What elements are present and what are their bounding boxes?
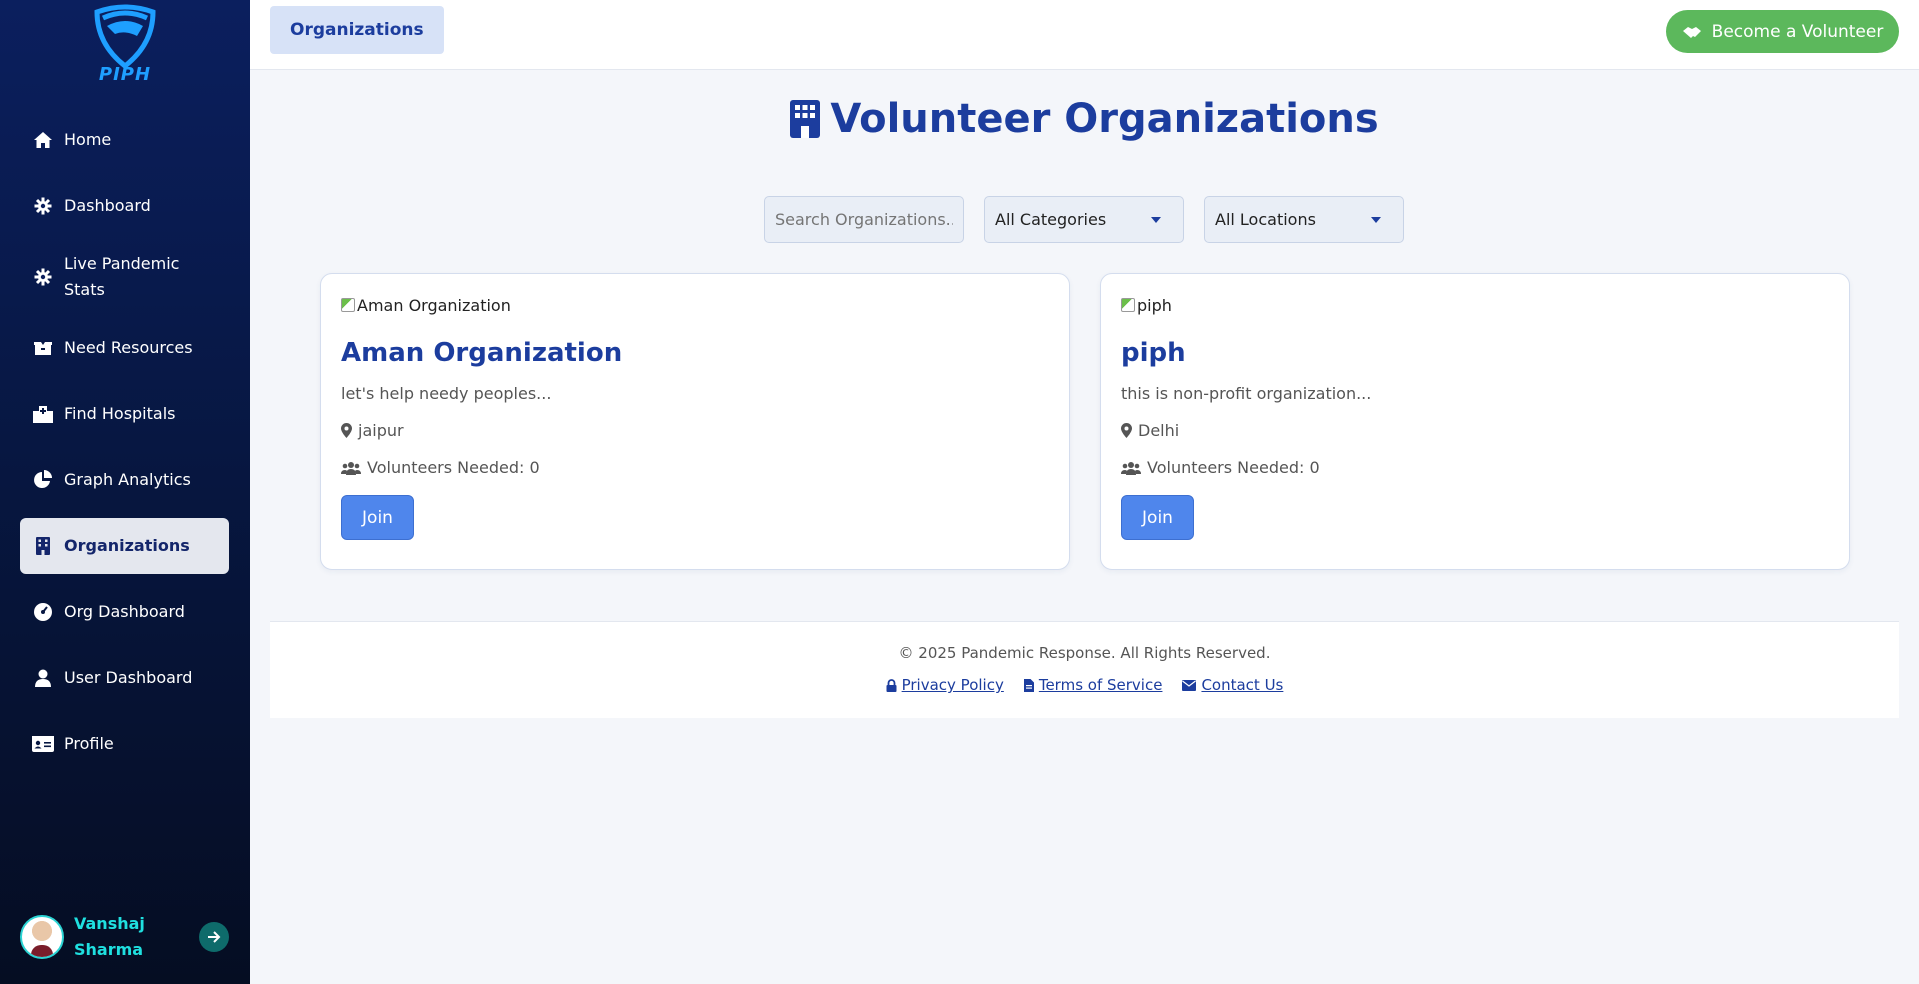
pie-chart-icon	[32, 469, 54, 491]
broken-image-icon	[1121, 298, 1135, 312]
terms-of-service-link[interactable]: Terms of Service	[1023, 676, 1163, 694]
sidebar-item-home[interactable]: Home	[20, 112, 229, 168]
box-icon	[32, 337, 54, 359]
sidebar-item-need-resources[interactable]: Need Resources	[20, 320, 229, 376]
sidebar-item-label: Organizations	[64, 536, 190, 555]
privacy-policy-link[interactable]: Privacy Policy	[886, 676, 1004, 694]
top-bar: Organizations Become a Volunteer	[250, 0, 1919, 70]
handshake-icon	[1682, 25, 1702, 39]
join-button[interactable]: Join	[341, 495, 414, 540]
id-card-icon	[32, 733, 54, 755]
category-select[interactable]: All Categories	[984, 196, 1184, 243]
lock-icon	[886, 678, 897, 692]
sidebar-item-label: Profile	[64, 734, 114, 753]
users-icon	[1121, 461, 1141, 475]
map-pin-icon	[341, 423, 352, 438]
sidebar-item-live-pandemic-stats[interactable]: Live Pandemic Stats	[20, 244, 229, 310]
building-icon	[790, 100, 821, 138]
footer-links: Privacy Policy Terms of Service Contact …	[270, 676, 1899, 694]
organization-image-alt: piph	[1137, 295, 1172, 315]
terms-of-service-label: Terms of Service	[1038, 676, 1163, 694]
sidebar-item-user-dashboard[interactable]: User Dashboard	[20, 650, 229, 706]
sidebar-item-graph-analytics[interactable]: Graph Analytics	[20, 452, 229, 508]
sidebar-item-label: Org Dashboard	[64, 602, 185, 621]
logout-button[interactable]	[199, 922, 229, 952]
chevron-down-icon	[1151, 216, 1161, 223]
page-title: Volunteer Organizations	[250, 96, 1919, 142]
user-icon	[32, 667, 54, 689]
sidebar: PIPH Home Dashboard Live Pandemic Stats …	[0, 0, 250, 984]
organization-volunteers-text: Volunteers Needed: 0	[1147, 458, 1320, 477]
sidebar-item-label: Graph Analytics	[64, 470, 191, 489]
organization-image: Aman Organization	[341, 294, 1049, 316]
organization-image-alt: Aman Organization	[357, 295, 511, 315]
organization-name: Aman Organization	[341, 338, 623, 368]
logo-text: PIPH	[98, 64, 152, 85]
sidebar-nav: Home Dashboard Live Pandemic Stats Need …	[20, 112, 229, 782]
become-volunteer-button[interactable]: Become a Volunteer	[1666, 10, 1899, 53]
organization-card: piph piph this is non-profit organizatio…	[1100, 273, 1850, 570]
organization-cards: Aman Organization Aman Organization let'…	[320, 273, 1850, 570]
home-icon	[32, 129, 54, 151]
filters-bar: All Categories All Locations	[764, 196, 1424, 243]
organization-volunteers: Volunteers Needed: 0	[341, 458, 1049, 477]
organization-location: Delhi	[1121, 421, 1829, 440]
page-title-text: Volunteer Organizations	[830, 96, 1379, 142]
map-pin-icon	[1121, 423, 1132, 438]
arrow-right-icon	[208, 931, 221, 943]
sidebar-item-dashboard[interactable]: Dashboard	[20, 178, 229, 234]
location-select-value: All Locations	[1215, 210, 1316, 229]
sidebar-item-org-dashboard[interactable]: Org Dashboard	[20, 584, 229, 640]
chevron-down-icon	[1371, 216, 1381, 223]
breadcrumb-organizations[interactable]: Organizations	[270, 6, 444, 54]
sidebar-item-profile[interactable]: Profile	[20, 716, 229, 772]
search-input[interactable]	[764, 196, 964, 243]
sidebar-item-label: Dashboard	[64, 196, 151, 215]
document-icon	[1023, 678, 1034, 692]
sidebar-item-find-hospitals[interactable]: Find Hospitals	[20, 386, 229, 442]
sidebar-item-label: Home	[64, 130, 112, 149]
sidebar-item-organizations[interactable]: Organizations	[20, 518, 229, 574]
location-select[interactable]: All Locations	[1204, 196, 1404, 243]
avatar[interactable]	[20, 915, 64, 959]
users-icon	[341, 461, 361, 475]
join-button[interactable]: Join	[1121, 495, 1194, 540]
user-name: Vanshaj Sharma	[74, 914, 145, 959]
organization-name: piph	[1121, 338, 1186, 368]
footer: © 2025 Pandemic Response. All Rights Res…	[270, 621, 1899, 718]
contact-us-label: Contact Us	[1201, 676, 1284, 694]
organization-description: let's help needy peoples...	[341, 384, 552, 403]
category-select-value: All Categories	[995, 210, 1107, 229]
gauge-icon	[32, 601, 54, 623]
user-profile-box: Vanshaj Sharma	[20, 912, 229, 962]
organization-description: this is non-profit organization...	[1121, 384, 1372, 403]
sidebar-item-label: Find Hospitals	[64, 404, 176, 423]
become-volunteer-label: Become a Volunteer	[1711, 21, 1884, 42]
organization-image: piph	[1121, 294, 1829, 316]
gear-icon	[32, 266, 54, 288]
sidebar-item-label: Live Pandemic Stats	[64, 254, 180, 299]
building-icon	[32, 535, 54, 557]
sidebar-item-label: Need Resources	[64, 338, 193, 357]
organization-location-text: jaipur	[358, 421, 404, 440]
broken-image-icon	[341, 298, 355, 312]
logo[interactable]: PIPH	[85, 4, 165, 88]
organization-volunteers-text: Volunteers Needed: 0	[367, 458, 540, 477]
envelope-icon	[1182, 679, 1197, 691]
sidebar-item-label: User Dashboard	[64, 668, 193, 687]
organization-location: jaipur	[341, 421, 1049, 440]
gear-icon	[32, 195, 54, 217]
copyright-text: © 2025 Pandemic Response. All Rights Res…	[898, 644, 1271, 662]
organization-volunteers: Volunteers Needed: 0	[1121, 458, 1829, 477]
hospital-icon	[32, 403, 54, 425]
organization-location-text: Delhi	[1138, 421, 1180, 440]
contact-us-link[interactable]: Contact Us	[1182, 676, 1283, 694]
organization-card: Aman Organization Aman Organization let'…	[320, 273, 1070, 570]
privacy-policy-label: Privacy Policy	[901, 676, 1004, 694]
